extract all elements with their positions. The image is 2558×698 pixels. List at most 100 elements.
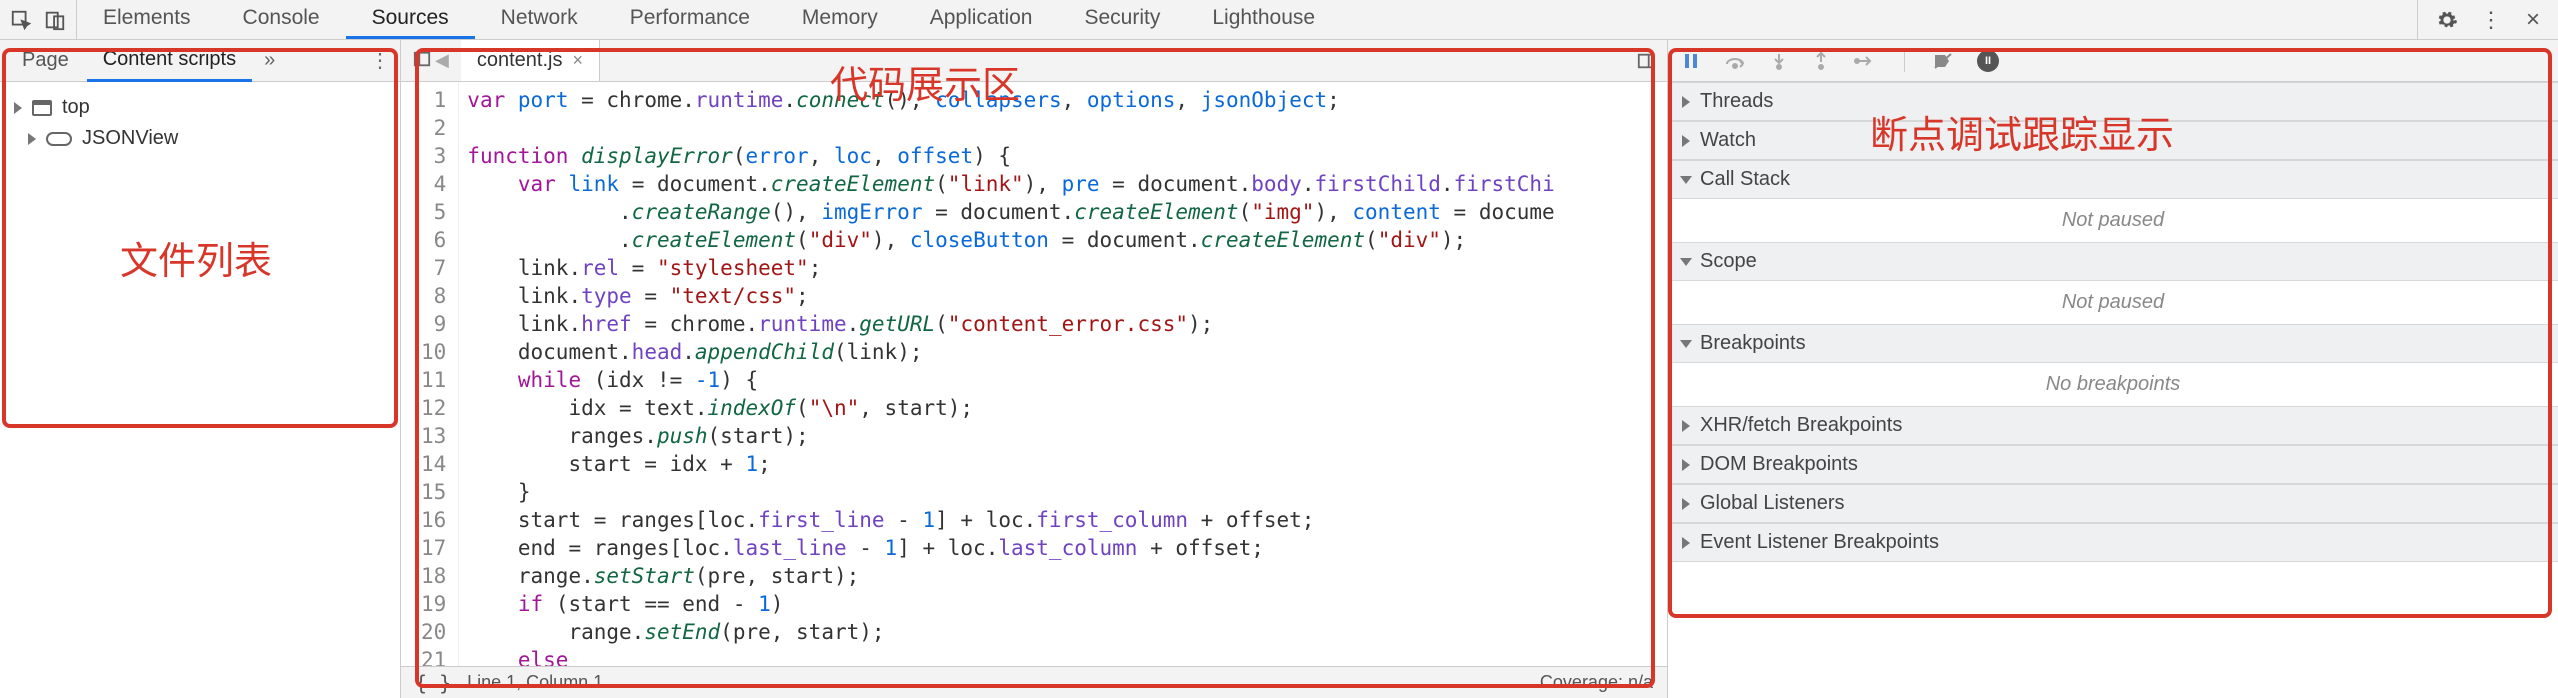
- more-options-icon[interactable]: ⋮: [370, 48, 390, 73]
- section-label: Global Listeners: [1700, 492, 1845, 515]
- frame-icon: [32, 100, 52, 116]
- chevron-right-icon: [1682, 96, 1690, 108]
- code-editor[interactable]: 123456789101112131415161718192021 var po…: [401, 82, 1667, 666]
- code-line[interactable]: [467, 114, 1554, 142]
- debug-section-event-listener-breakpoints[interactable]: Event Listener Breakpoints: [1668, 523, 2558, 562]
- pretty-print-icon[interactable]: { }: [415, 671, 451, 695]
- code-line[interactable]: .createElement("div"), closeButton = doc…: [467, 226, 1554, 254]
- devtools-toolbar: ElementsConsoleSourcesNetworkPerformance…: [0, 0, 2558, 40]
- debug-section-threads[interactable]: Threads: [1668, 82, 2558, 121]
- toolbar-tab-network[interactable]: Network: [475, 0, 604, 39]
- file-tab-content-js[interactable]: content.js ×: [461, 40, 600, 81]
- toolbar-tab-performance[interactable]: Performance: [604, 0, 776, 39]
- toolbar-tab-application[interactable]: Application: [904, 0, 1059, 39]
- history-back-icon[interactable]: ◀: [435, 50, 449, 71]
- chevron-right-icon: [1680, 340, 1692, 348]
- code-content[interactable]: var port = chrome.runtime.connect(), col…: [459, 82, 1562, 666]
- step-into-icon[interactable]: [1770, 52, 1788, 70]
- tree-item-jsonview[interactable]: JSONView: [0, 123, 400, 154]
- debugger-panel: II Threads Watch Call Stack Not paused Scope…: [1668, 40, 2558, 698]
- section-label: Scope: [1700, 250, 1757, 273]
- code-line[interactable]: range.setStart(pre, start);: [467, 562, 1554, 590]
- code-line[interactable]: else: [467, 646, 1554, 666]
- expand-editor-icon[interactable]: [1625, 52, 1667, 70]
- close-devtools-icon[interactable]: ×: [2526, 6, 2540, 34]
- pause-on-exceptions-icon[interactable]: II: [1977, 50, 1999, 72]
- debug-section-dom-breakpoints[interactable]: DOM Breakpoints: [1668, 445, 2558, 484]
- debug-section-xhr-fetch-breakpoints[interactable]: XHR/fetch Breakpoints: [1668, 406, 2558, 445]
- debug-section-watch[interactable]: Watch: [1668, 121, 2558, 160]
- code-line[interactable]: document.head.appendChild(link);: [467, 338, 1554, 366]
- show-navigator-icon[interactable]: [413, 50, 431, 71]
- file-navigator-panel: Page Content scripts » ⋮ top JSONView: [0, 40, 400, 698]
- code-line[interactable]: link.rel = "stylesheet";: [467, 254, 1554, 282]
- close-tab-icon[interactable]: ×: [572, 50, 583, 71]
- code-line[interactable]: ranges.push(start);: [467, 422, 1554, 450]
- section-body: Not paused: [1668, 199, 2558, 242]
- section-label: XHR/fetch Breakpoints: [1700, 414, 1902, 437]
- section-label: Event Listener Breakpoints: [1700, 531, 1939, 554]
- code-line[interactable]: idx = text.indexOf("\n", start);: [467, 394, 1554, 422]
- toolbar-tab-security[interactable]: Security: [1058, 0, 1186, 39]
- code-line[interactable]: var link = document.createElement("link"…: [467, 170, 1554, 198]
- settings-gear-icon[interactable]: [2436, 9, 2458, 31]
- expand-arrow-icon: [28, 133, 36, 145]
- toolbar-tab-elements[interactable]: Elements: [77, 0, 217, 39]
- code-editor-panel: ◀ content.js × 1234567891011121314151617…: [400, 40, 1668, 698]
- deactivate-breakpoints-icon[interactable]: [1933, 52, 1953, 70]
- tree-item-label: JSONView: [82, 127, 178, 150]
- section-label: Threads: [1700, 90, 1773, 113]
- content-scripts-tab[interactable]: Content scripts: [87, 40, 252, 82]
- chevron-right-icon: [1680, 258, 1692, 266]
- chevron-right-icon: [1682, 135, 1690, 147]
- inspect-element-icon[interactable]: [10, 9, 32, 31]
- cursor-position: Line 1, Column 1: [467, 672, 603, 693]
- kebab-menu-icon[interactable]: ⋮: [2480, 7, 2504, 33]
- section-body: No breakpoints: [1668, 363, 2558, 406]
- code-line[interactable]: end = ranges[loc.last_line - 1] + loc.la…: [467, 534, 1554, 562]
- editor-statusbar: { } Line 1, Column 1 Coverage: n/a: [401, 666, 1667, 698]
- step-out-icon[interactable]: [1812, 52, 1830, 70]
- chevron-right-icon: [1682, 420, 1690, 432]
- section-label: DOM Breakpoints: [1700, 453, 1858, 476]
- tree-root-top[interactable]: top: [0, 92, 400, 123]
- expand-arrow-icon: [14, 102, 22, 114]
- step-over-icon[interactable]: [1724, 52, 1746, 70]
- toolbar-tab-sources[interactable]: Sources: [346, 0, 475, 39]
- section-label: Breakpoints: [1700, 332, 1806, 355]
- toolbar-tab-lighthouse[interactable]: Lighthouse: [1186, 0, 1341, 39]
- code-line[interactable]: link.href = chrome.runtime.getURL("conte…: [467, 310, 1554, 338]
- line-number-gutter: 123456789101112131415161718192021: [401, 82, 459, 666]
- device-toggle-icon[interactable]: [44, 9, 66, 31]
- code-line[interactable]: .createRange(), imgError = document.crea…: [467, 198, 1554, 226]
- debugger-toolbar: II: [1668, 40, 2558, 82]
- overflow-chevrons-icon[interactable]: »: [254, 49, 285, 72]
- debug-section-global-listeners[interactable]: Global Listeners: [1668, 484, 2558, 523]
- extension-cloud-icon: [46, 132, 72, 146]
- debug-section-scope[interactable]: Scope: [1668, 242, 2558, 281]
- coverage-status: Coverage: n/a: [1540, 672, 1653, 693]
- code-line[interactable]: }: [467, 478, 1554, 506]
- code-line[interactable]: function displayError(error, loc, offset…: [467, 142, 1554, 170]
- code-line[interactable]: range.setEnd(pre, start);: [467, 618, 1554, 646]
- code-line[interactable]: var port = chrome.runtime.connect(), col…: [467, 86, 1554, 114]
- pause-resume-icon[interactable]: [1682, 52, 1700, 70]
- toolbar-tab-memory[interactable]: Memory: [776, 0, 904, 39]
- debug-section-call-stack[interactable]: Call Stack: [1668, 160, 2558, 199]
- debug-section-breakpoints[interactable]: Breakpoints: [1668, 324, 2558, 363]
- code-line[interactable]: while (idx != -1) {: [467, 366, 1554, 394]
- step-icon[interactable]: [1854, 52, 1876, 70]
- page-tab[interactable]: Page: [6, 41, 85, 80]
- chevron-right-icon: [1682, 537, 1690, 549]
- tree-root-label: top: [62, 96, 90, 119]
- section-body: Not paused: [1668, 281, 2558, 324]
- code-line[interactable]: link.type = "text/css";: [467, 282, 1554, 310]
- code-line[interactable]: if (start == end - 1): [467, 590, 1554, 618]
- toolbar-tab-console[interactable]: Console: [217, 0, 346, 39]
- chevron-right-icon: [1680, 176, 1692, 184]
- chevron-right-icon: [1682, 459, 1690, 471]
- section-label: Watch: [1700, 129, 1756, 152]
- code-line[interactable]: start = ranges[loc.first_line - 1] + loc…: [467, 506, 1554, 534]
- section-label: Call Stack: [1700, 168, 1790, 191]
- code-line[interactable]: start = idx + 1;: [467, 450, 1554, 478]
